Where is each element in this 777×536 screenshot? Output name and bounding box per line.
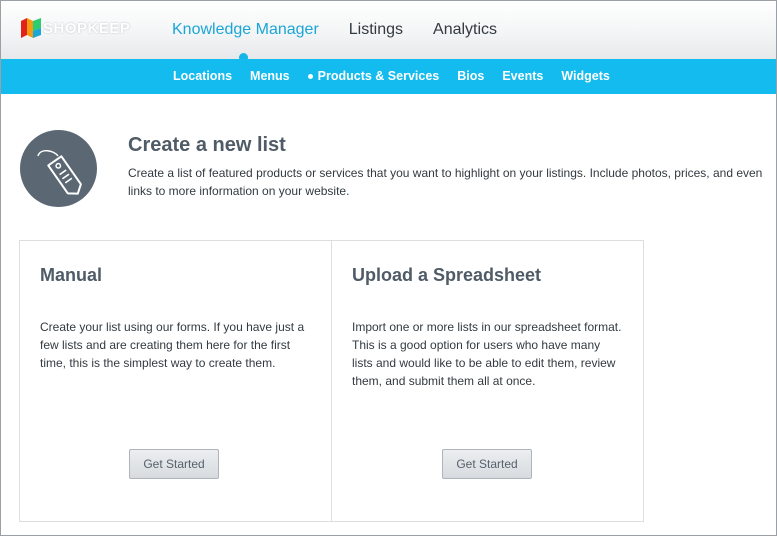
- option-title: Manual: [40, 265, 103, 285]
- active-bullet-icon: [307, 73, 313, 79]
- sub-nav: Locations Menus Products & Services Bios…: [173, 69, 610, 83]
- subnav-label: Locations: [173, 69, 233, 83]
- spreadsheet-get-started-button[interactable]: Get Started: [442, 449, 532, 479]
- page-description: Create a list of featured products or se…: [128, 166, 763, 198]
- price-tag-icon: [37, 150, 82, 195]
- subnav-label: Bios: [457, 69, 485, 83]
- nav-analytics[interactable]: Analytics: [433, 21, 497, 39]
- option-description: Import one or more lists in our spreadsh…: [352, 320, 622, 388]
- option-card-manual: Manual Create your list using our forms.…: [20, 241, 331, 521]
- logo-mark-icon: [21, 18, 41, 38]
- app-window: SHOPKEEP Knowledge Manager Listings Anal…: [0, 0, 777, 536]
- subnav-label: Events: [502, 69, 544, 83]
- brand-name: SHOPKEEP: [43, 19, 131, 37]
- option-card-spreadsheet: Upload a Spreadsheet Import one or more …: [331, 241, 643, 521]
- nav-listings[interactable]: Listings: [349, 21, 403, 39]
- nav-knowledge-manager[interactable]: Knowledge Manager: [172, 21, 319, 39]
- shopkeep-logo[interactable]: SHOPKEEP: [21, 17, 130, 39]
- manual-get-started-button[interactable]: Get Started: [129, 449, 219, 479]
- subnav-label: Widgets: [561, 69, 610, 83]
- subnav-bios[interactable]: Bios: [457, 69, 484, 83]
- subnav-menus[interactable]: Menus: [250, 69, 290, 83]
- page-title: Create a new list: [128, 134, 286, 156]
- option-title: Upload a Spreadsheet: [352, 265, 542, 285]
- subnav-label: Menus: [250, 69, 290, 83]
- subnav-products-services[interactable]: Products & Services: [307, 69, 440, 83]
- subnav-label: Products & Services: [317, 69, 440, 83]
- subnav-events[interactable]: Events: [502, 69, 543, 83]
- subnav-widgets[interactable]: Widgets: [561, 69, 610, 83]
- creation-options: Manual Create your list using our forms.…: [19, 240, 644, 522]
- list-icon-badge: [20, 130, 97, 207]
- top-header: SHOPKEEP Knowledge Manager Listings Anal…: [1, 1, 776, 59]
- subnav-locations[interactable]: Locations: [173, 69, 232, 83]
- sub-nav-bar: Locations Menus Products & Services Bios…: [1, 59, 776, 94]
- option-description: Create your list using our forms. If you…: [40, 320, 305, 370]
- main-nav: Knowledge Manager Listings Analytics: [172, 21, 497, 39]
